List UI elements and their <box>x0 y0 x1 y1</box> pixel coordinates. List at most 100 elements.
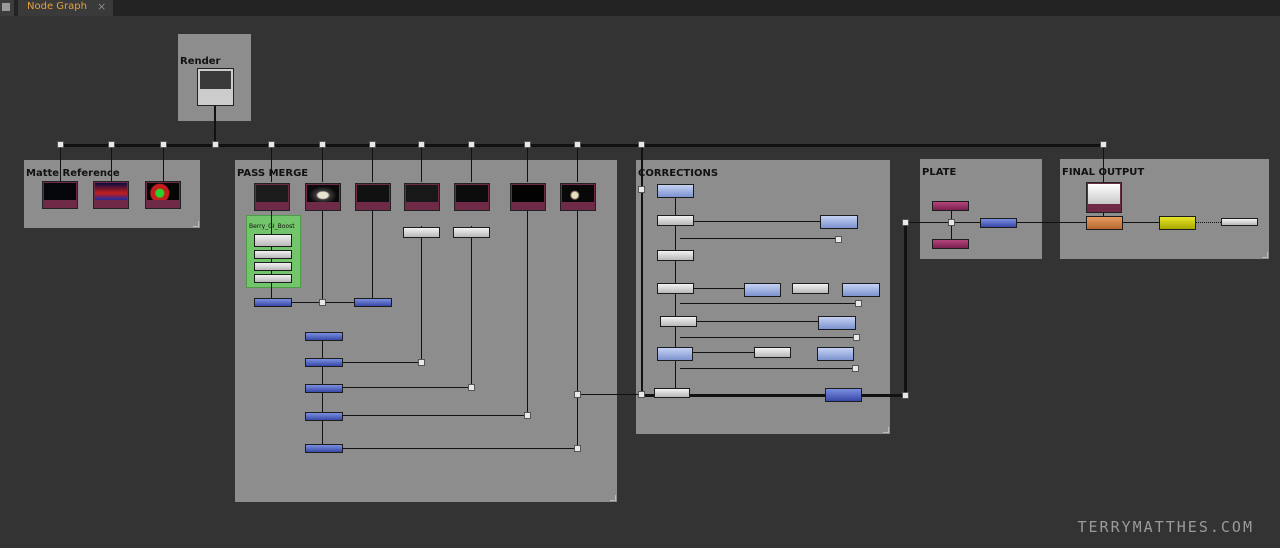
connection-line <box>1015 222 1087 223</box>
dot-node[interactable] <box>369 141 376 148</box>
plate-node[interactable] <box>932 239 969 249</box>
panel-menu-icon[interactable] <box>0 0 14 16</box>
dot-node[interactable] <box>468 384 475 391</box>
connection-line <box>340 362 421 363</box>
plate-node[interactable] <box>932 201 969 211</box>
connection-line <box>471 144 472 182</box>
resize-handle[interactable] <box>610 495 616 501</box>
group-node[interactable] <box>254 234 292 247</box>
matte-node-3[interactable] <box>145 181 181 209</box>
plate-merge-node[interactable] <box>980 218 1017 228</box>
group-node[interactable] <box>254 250 292 259</box>
dot-node[interactable] <box>852 365 859 372</box>
resize-handle[interactable] <box>883 427 889 433</box>
correction-node[interactable] <box>657 215 694 226</box>
group-node[interactable] <box>254 262 292 271</box>
final-node[interactable] <box>1159 216 1196 230</box>
merge-node[interactable] <box>305 412 343 421</box>
dot-node[interactable] <box>638 186 645 193</box>
merge-node[interactable] <box>305 384 343 393</box>
backdrop-title: Matte Reference <box>26 168 120 179</box>
final-node[interactable] <box>1086 216 1123 230</box>
connection-line <box>271 144 272 182</box>
write-node[interactable] <box>1221 218 1258 226</box>
dot-node[interactable] <box>108 141 115 148</box>
dot-node[interactable] <box>1100 141 1107 148</box>
render-read-node[interactable] <box>197 68 234 106</box>
pass-node-6[interactable] <box>510 183 546 211</box>
merge-node[interactable] <box>305 358 343 367</box>
connection-line <box>692 321 818 322</box>
dot-node[interactable] <box>638 391 645 398</box>
pass-thumbnail <box>357 185 389 202</box>
tab-bar: Node Graph × <box>0 0 1280 16</box>
pass-node-3[interactable] <box>355 183 391 211</box>
connection-line <box>577 144 578 182</box>
matte-node-2[interactable] <box>93 181 129 209</box>
resize-handle[interactable] <box>193 221 199 227</box>
viewer-thumbnail-node[interactable] <box>1086 182 1122 213</box>
dot-node[interactable] <box>902 392 909 399</box>
tab-node-graph[interactable]: Node Graph × <box>18 0 113 16</box>
dot-node[interactable] <box>853 334 860 341</box>
grade-node[interactable] <box>403 227 440 238</box>
pass-node-2[interactable] <box>305 183 341 211</box>
dot-node[interactable] <box>212 141 219 148</box>
matte-node-1[interactable] <box>42 181 78 209</box>
correction-node[interactable] <box>754 347 791 358</box>
backdrop-pass-merge[interactable]: PASS MERGE <box>235 160 617 502</box>
correction-node[interactable] <box>792 283 829 294</box>
connection-line <box>163 144 164 182</box>
dot-node[interactable] <box>160 141 167 148</box>
group-node[interactable] <box>254 274 292 283</box>
connection-line <box>577 211 578 449</box>
connection-line <box>577 394 643 395</box>
pass-node-7[interactable] <box>560 183 596 211</box>
dot-node[interactable] <box>574 445 581 452</box>
dot-node[interactable] <box>638 141 645 148</box>
pass-node-4[interactable] <box>404 183 440 211</box>
dot-node[interactable] <box>948 219 955 226</box>
merge-node[interactable] <box>254 298 292 307</box>
dot-node[interactable] <box>57 141 64 148</box>
dot-node[interactable] <box>574 141 581 148</box>
dot-node[interactable] <box>855 300 862 307</box>
correction-node[interactable] <box>657 250 694 261</box>
dot-node[interactable] <box>418 359 425 366</box>
dot-node[interactable] <box>268 141 275 148</box>
dot-node[interactable] <box>418 141 425 148</box>
correction-node[interactable] <box>842 283 880 297</box>
correction-merge-node[interactable] <box>825 388 862 402</box>
close-icon[interactable]: × <box>97 0 106 13</box>
correction-node[interactable] <box>820 215 858 229</box>
dot-node[interactable] <box>468 141 475 148</box>
correction-node[interactable] <box>660 316 697 327</box>
grade-node[interactable] <box>453 227 490 238</box>
connection-line <box>111 144 112 182</box>
dot-node[interactable] <box>524 141 531 148</box>
correction-node[interactable] <box>818 316 856 330</box>
correction-node[interactable] <box>657 347 693 361</box>
dot-node[interactable] <box>524 412 531 419</box>
merge-node[interactable] <box>305 332 343 341</box>
resize-handle[interactable] <box>1262 252 1268 258</box>
dot-node[interactable] <box>902 219 909 226</box>
merge-node[interactable] <box>305 444 343 453</box>
dot-node[interactable] <box>319 299 326 306</box>
dot-node[interactable] <box>835 236 842 243</box>
node-graph-canvas[interactable]: Render Matte Reference PASS MERGE CORREC… <box>0 16 1280 548</box>
pass-node-1[interactable] <box>254 183 290 211</box>
connection-line <box>692 221 820 222</box>
dot-node[interactable] <box>574 391 581 398</box>
correction-node[interactable] <box>657 283 694 294</box>
dot-node[interactable] <box>319 141 326 148</box>
pass-node-5[interactable] <box>454 183 490 211</box>
connection-line <box>60 144 61 182</box>
correction-node[interactable] <box>744 283 781 297</box>
merge-node[interactable] <box>354 298 392 307</box>
correction-node[interactable] <box>654 388 690 398</box>
backdrop-title: PASS MERGE <box>237 168 309 179</box>
correction-node[interactable] <box>817 347 854 361</box>
correction-node[interactable] <box>657 184 694 198</box>
connection-line <box>680 238 838 239</box>
